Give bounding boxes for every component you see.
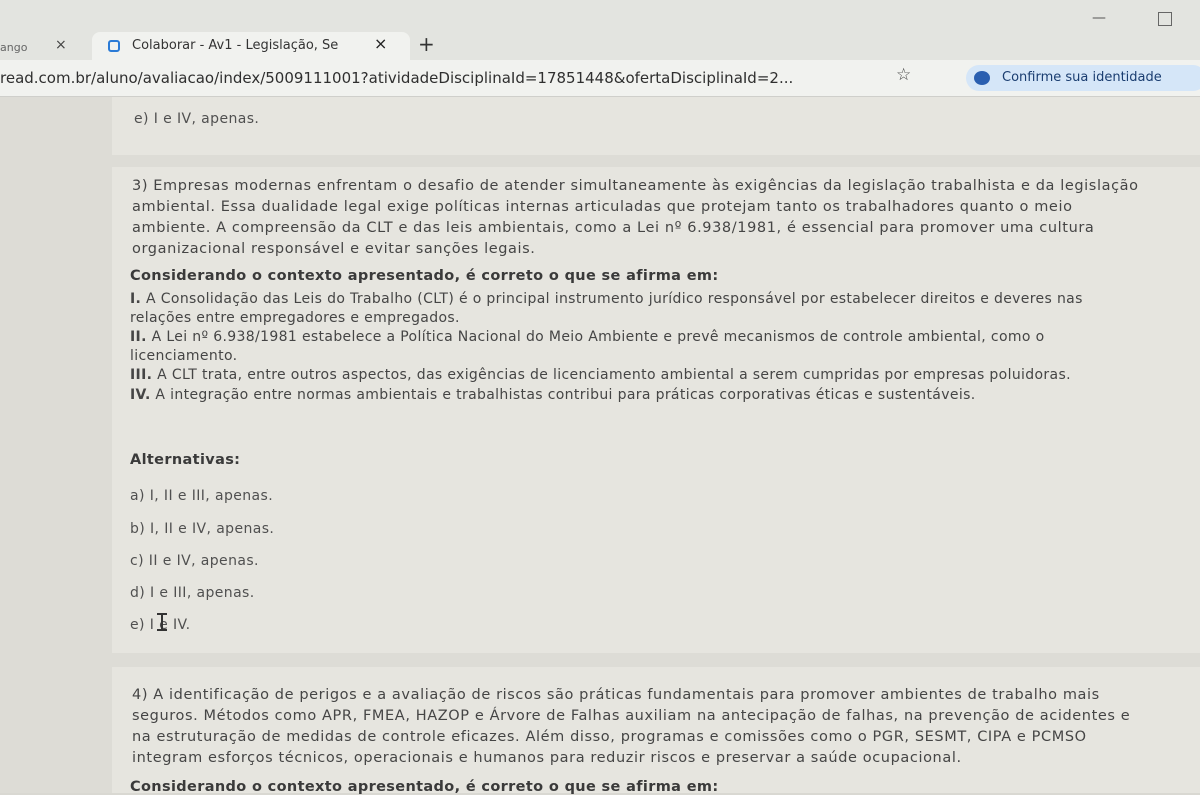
tab-colaborar[interactable]: Colaborar - Av1 - Legislação, Se × [92, 32, 410, 60]
address-bar: read.com.br/aluno/avaliacao/index/500911… [0, 60, 1200, 97]
minimize-button[interactable]: — [1092, 10, 1116, 26]
question-text-line: ambiente. A compreensão da CLT e das lei… [132, 220, 1095, 236]
alternative-d[interactable]: d) I e III, apenas. [130, 585, 255, 601]
statement-text: A integração entre normas ambientais e t… [155, 387, 976, 403]
statement-III: III. A CLT trata, entre outros aspectos,… [130, 367, 1071, 383]
profile-icon [974, 71, 990, 85]
question-text-line: ambiental. Essa dualidade legal exige po… [132, 199, 1073, 215]
alternative-a[interactable]: a) I, II e III, apenas. [130, 488, 273, 504]
question-text-line: na estruturação de medidas de controle e… [132, 729, 1087, 745]
statement-number: II. [130, 329, 147, 345]
question-3-card: 3) Empresas modernas enfrentam o desafio… [112, 167, 1200, 653]
statement-number: IV. [130, 387, 151, 403]
question-4-card: 4) A identificação de perigos e a avalia… [112, 667, 1200, 795]
statement-text: licenciamento. [130, 348, 238, 364]
text-cursor-icon [157, 613, 167, 631]
tab-close-icon[interactable]: × [374, 34, 387, 53]
question-text-line: organizacional responsável e evitar sanç… [132, 241, 536, 257]
question-text-line: 3) Empresas modernas enfrentam o desafio… [132, 178, 1139, 194]
alternatives-title: Alternativas: [130, 452, 241, 468]
confirm-identity-button[interactable]: Confirme sua identidade [966, 65, 1200, 91]
tab-label: ango [0, 41, 28, 54]
question-text-line: integram esforços técnicos, operacionais… [132, 750, 962, 766]
question-prompt: Considerando o contexto apresentado, é c… [130, 268, 719, 284]
browser-titlebar: — ango × Colaborar - Av1 - Legislação, S… [0, 0, 1200, 60]
bookmark-star-icon[interactable]: ☆ [896, 65, 911, 85]
statement-text: A Consolidação das Leis do Trabalho (CLT… [146, 291, 1083, 307]
url-field[interactable]: read.com.br/aluno/avaliacao/index/500911… [0, 69, 793, 87]
previous-option-e[interactable]: e) I e IV, apenas. [134, 111, 259, 127]
statement-number: I. [130, 291, 142, 307]
statement-text: A CLT trata, entre outros aspectos, das … [157, 367, 1071, 383]
favicon-icon [108, 40, 120, 52]
new-tab-button[interactable]: + [418, 32, 435, 56]
statement-number: III. [130, 367, 153, 383]
maximize-button[interactable] [1158, 12, 1172, 26]
statement-text: A Lei nº 6.938/1981 estabelece a Polític… [151, 329, 1045, 345]
question-text-line: 4) A identificação de perigos e a avalia… [132, 687, 1100, 703]
question-text-line: seguros. Métodos como APR, FMEA, HAZOP e… [132, 708, 1131, 724]
previous-question-card: e) I e IV, apenas. [112, 97, 1200, 155]
statement-II: II. A Lei nº 6.938/1981 estabelece a Pol… [130, 329, 1044, 345]
statement-I: I. A Consolidação das Leis do Trabalho (… [130, 291, 1083, 307]
statement-text: relações entre empregadores e empregados… [130, 310, 460, 326]
tab-previous[interactable]: ango × [0, 34, 80, 60]
statement-IV: IV. A integração entre normas ambientais… [130, 387, 976, 403]
tab-close-icon[interactable]: × [55, 37, 67, 53]
confirm-identity-label: Confirme sua identidade [1002, 70, 1162, 85]
page-content: e) I e IV, apenas. 3) Empresas modernas … [0, 97, 1200, 795]
alternative-b[interactable]: b) I, II e IV, apenas. [130, 521, 274, 537]
alternative-c[interactable]: c) II e IV, apenas. [130, 553, 259, 569]
tab-label: Colaborar - Av1 - Legislação, Se [132, 38, 339, 53]
